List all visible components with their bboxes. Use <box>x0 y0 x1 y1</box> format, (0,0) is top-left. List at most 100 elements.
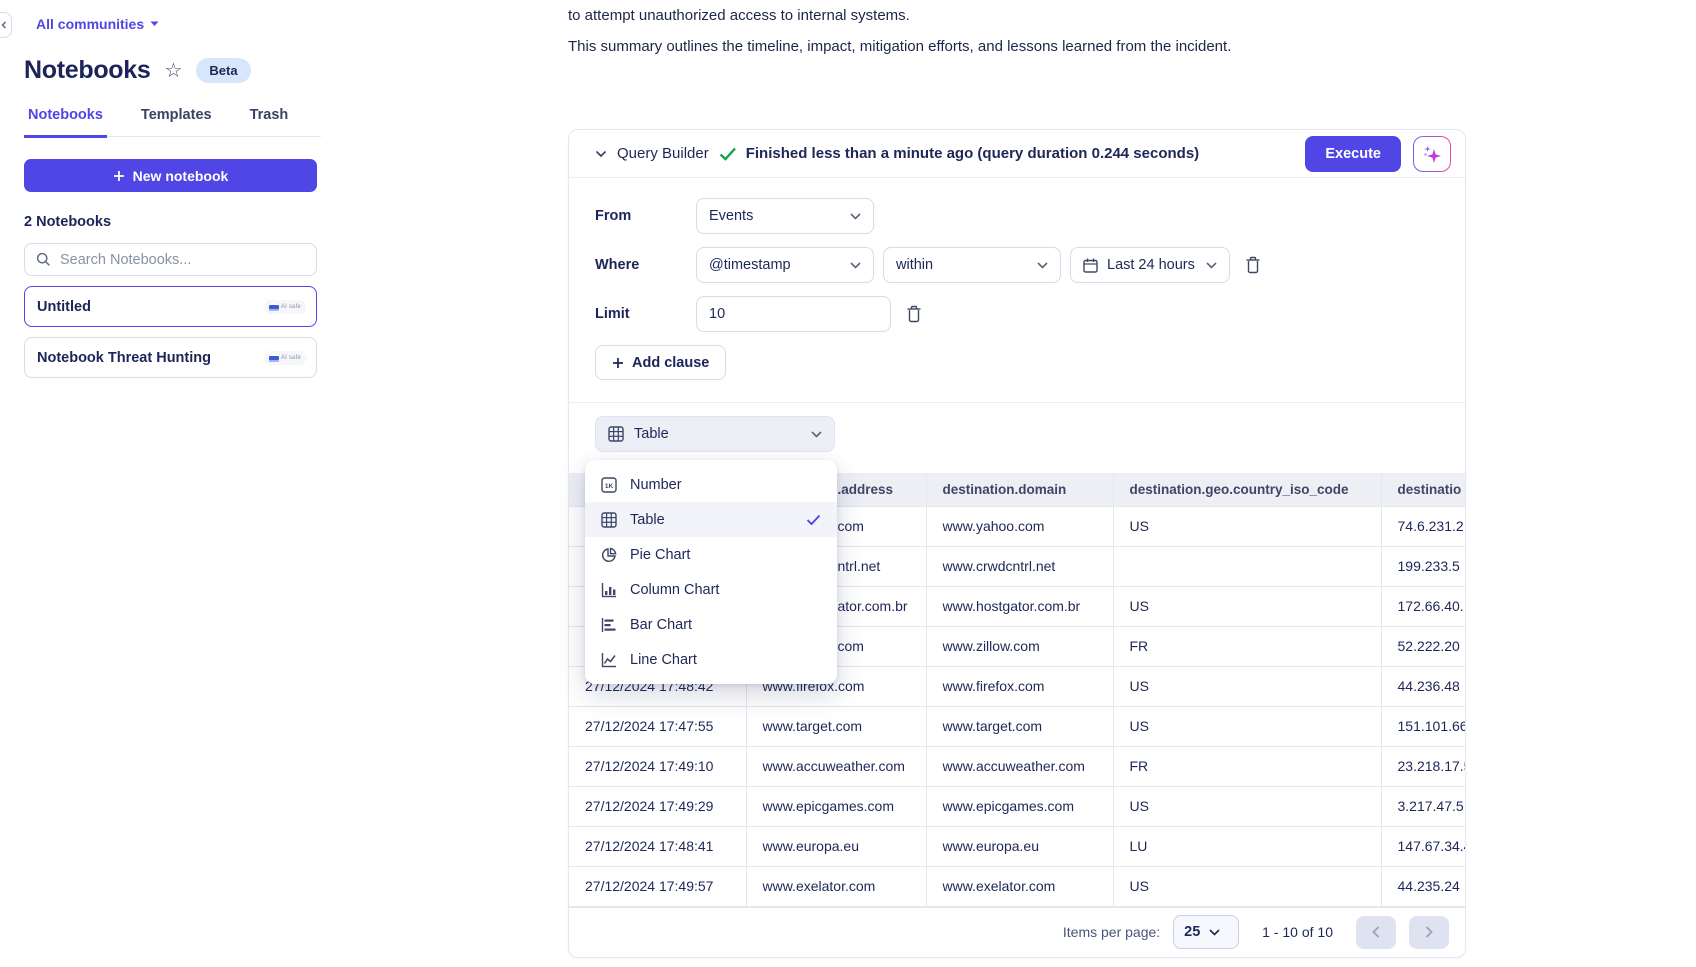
menu-item-label: Column Chart <box>630 582 719 598</box>
beta-badge: Beta <box>196 58 250 83</box>
notebook-name: Notebook Threat Hunting <box>37 350 211 366</box>
sidebar-tabs: Notebooks Templates Trash <box>24 107 321 137</box>
from-select-value: Events <box>709 208 753 224</box>
search-icon <box>36 252 51 267</box>
new-notebook-label: New notebook <box>133 168 229 184</box>
pagination-range: 1 - 10 of 10 <box>1262 924 1333 940</box>
tab-trash[interactable]: Trash <box>246 107 293 136</box>
menu-item-label: Table <box>630 512 665 528</box>
ai-safe-badge: AI safe <box>264 300 306 314</box>
menu-item-label: Pie Chart <box>630 547 690 563</box>
chevron-down-icon <box>1209 929 1220 936</box>
limit-input[interactable] <box>696 296 891 332</box>
community-selector[interactable]: All communities <box>36 16 345 32</box>
number-icon: 1K <box>601 477 617 493</box>
tab-templates[interactable]: Templates <box>137 107 216 136</box>
column-chart-icon <box>601 582 617 598</box>
from-label: From <box>595 208 696 224</box>
items-per-page-label: Items per page: <box>1063 924 1160 940</box>
menu-item-line-chart[interactable]: Line Chart <box>585 642 837 677</box>
menu-item-bar-chart[interactable]: Bar Chart <box>585 607 837 642</box>
table-row[interactable]: 27/12/2024 17:48:41www.europa.euwww.euro… <box>569 826 1465 866</box>
notebook-list-item-threat-hunting[interactable]: Notebook Threat Hunting AI safe <box>24 337 317 378</box>
column-header[interactable]: destination.geo.country_iso_code <box>1113 473 1381 506</box>
query-builder-card: Query Builder Finished less than a minut… <box>568 129 1466 958</box>
ai-badge-label: AI safe <box>281 355 301 361</box>
menu-item-pie-chart[interactable]: Pie Chart <box>585 537 837 572</box>
chevron-right-icon <box>1425 926 1433 938</box>
menu-item-label: Number <box>630 477 682 493</box>
limit-label: Limit <box>595 306 696 322</box>
sidebar: All communities Notebooks ☆ Beta Noteboo… <box>0 0 345 967</box>
from-select[interactable]: Events <box>696 198 874 234</box>
chevron-left-icon <box>0 21 8 29</box>
page-title: Notebooks <box>24 56 150 85</box>
favorite-star-icon[interactable]: ☆ <box>164 61 182 81</box>
community-selector-label: All communities <box>36 16 144 32</box>
new-notebook-button[interactable]: New notebook <box>24 159 317 192</box>
view-type-value: Table <box>634 426 669 442</box>
notebook-content: to attempt unauthorized access to intern… <box>568 0 1466 958</box>
menu-item-label: Bar Chart <box>630 617 692 633</box>
ai-chip-icon <box>269 303 279 311</box>
time-range-select[interactable]: Last 24 hours <box>1070 247 1230 283</box>
success-check-icon <box>719 147 737 161</box>
pie-chart-icon <box>601 547 617 563</box>
menu-item-column-chart[interactable]: Column Chart <box>585 572 837 607</box>
table-row[interactable]: 27/12/2024 17:47:55www.target.comwww.tar… <box>569 706 1465 746</box>
ai-assistant-button[interactable] <box>1413 136 1451 172</box>
notebook-paragraph: to attempt unauthorized access to intern… <box>568 5 1466 27</box>
tab-notebooks[interactable]: Notebooks <box>24 107 107 138</box>
view-type-select[interactable]: Table <box>595 416 835 452</box>
ai-safe-badge: AI safe <box>264 351 306 365</box>
ai-badge-label: AI safe <box>281 304 301 310</box>
add-clause-button[interactable]: Add clause <box>595 345 726 380</box>
query-builder-title: Query Builder <box>617 145 709 162</box>
sidebar-collapse-button[interactable] <box>0 12 12 38</box>
time-range-value: Last 24 hours <box>1107 257 1195 273</box>
notebook-list-item-untitled[interactable]: Untitled AI safe <box>24 286 317 327</box>
where-field-select[interactable]: @timestamp <box>696 247 874 283</box>
search-notebooks-box[interactable] <box>24 243 317 276</box>
notebook-name: Untitled <box>37 299 91 315</box>
chevron-down-icon <box>1206 262 1217 269</box>
delete-limit-clause-button[interactable] <box>904 303 924 325</box>
where-operator-select[interactable]: within <box>883 247 1061 283</box>
search-notebooks-input[interactable] <box>60 252 305 268</box>
table-row[interactable]: 27/12/2024 17:49:29www.epicgames.comwww.… <box>569 786 1465 826</box>
notebook-paragraph: This summary outlines the timeline, impa… <box>568 36 1466 58</box>
collapse-chevron-icon[interactable] <box>595 150 607 158</box>
delete-where-clause-button[interactable] <box>1243 254 1263 276</box>
calendar-icon <box>1083 258 1098 273</box>
svg-text:1K: 1K <box>605 482 614 489</box>
selected-check-icon <box>806 514 821 526</box>
execute-button[interactable]: Execute <box>1305 136 1401 172</box>
chevron-left-icon <box>1372 926 1380 938</box>
trash-icon <box>906 305 922 323</box>
table-pagination: Items per page: 25 1 - 10 of 10 <box>569 907 1465 957</box>
add-clause-label: Add clause <box>632 355 709 371</box>
menu-item-number[interactable]: 1K Number <box>585 467 837 502</box>
query-status-text: Finished less than a minute ago (query d… <box>746 145 1199 162</box>
items-per-page-value: 25 <box>1184 924 1200 940</box>
trash-icon <box>1245 256 1261 274</box>
column-header[interactable]: destination.domain <box>926 473 1113 506</box>
menu-item-table[interactable]: Table <box>585 502 837 537</box>
where-label: Where <box>595 257 696 273</box>
table-icon <box>608 426 624 442</box>
next-page-button[interactable] <box>1409 916 1449 949</box>
view-type-menu: 1K Number Table Pie Chart Column Chart B… <box>585 460 837 684</box>
table-row[interactable]: 27/12/2024 17:49:57www.exelator.comwww.e… <box>569 866 1465 906</box>
chevron-down-icon <box>850 213 861 220</box>
plus-icon <box>612 357 624 369</box>
column-header[interactable]: destinatio <box>1381 473 1465 506</box>
table-icon <box>601 512 617 528</box>
notebook-count: 2 Notebooks <box>24 214 345 230</box>
sparkle-icon <box>1422 144 1442 164</box>
chevron-down-icon <box>811 431 822 438</box>
chevron-down-icon <box>850 262 861 269</box>
table-row[interactable]: 27/12/2024 17:49:10www.accuweather.comww… <box>569 746 1465 786</box>
where-operator-value: within <box>896 257 933 273</box>
items-per-page-select[interactable]: 25 <box>1173 915 1239 949</box>
previous-page-button[interactable] <box>1356 916 1396 949</box>
